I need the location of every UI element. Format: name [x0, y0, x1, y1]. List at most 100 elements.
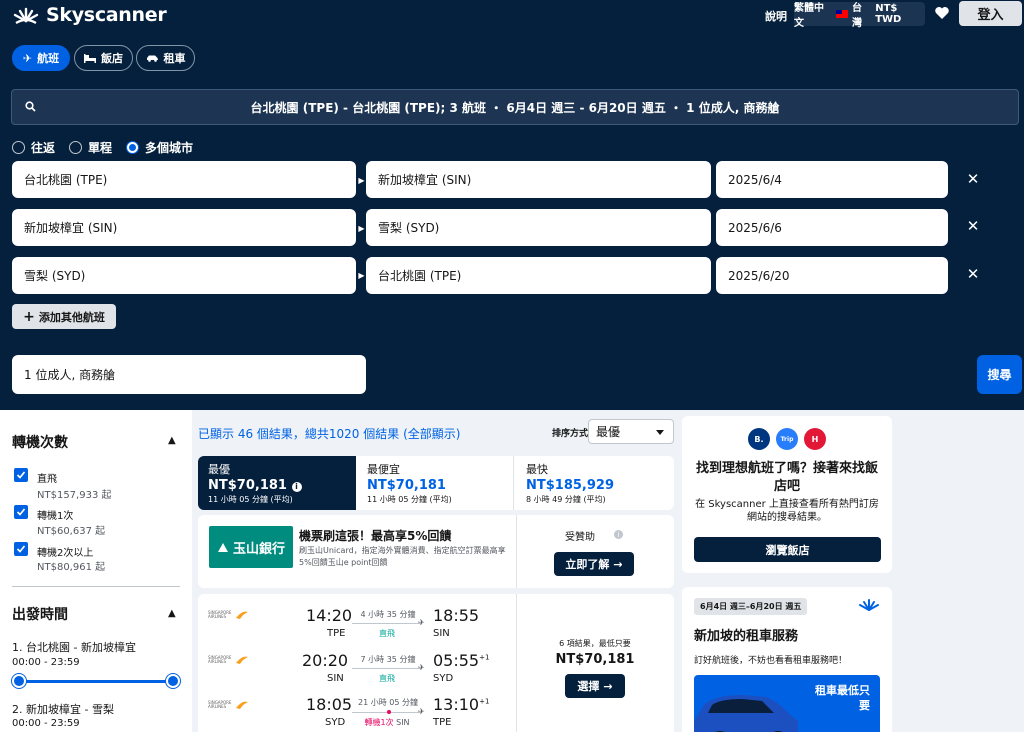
- arrow-right-icon: →: [603, 679, 613, 693]
- plane-icon: ✈: [22, 51, 33, 65]
- radio-button: [69, 141, 83, 154]
- sort-tab-cheapest[interactable]: 最便宜 NT$70,181 11 小時 05 分鐘 (平均): [357, 456, 514, 510]
- sort-tab-detail: 11 小時 05 分鐘 (平均): [208, 495, 293, 504]
- search-button[interactable]: 搜尋: [977, 355, 1022, 394]
- slider-handle-start[interactable]: [12, 674, 26, 688]
- departure-time: 14:20: [306, 606, 353, 625]
- help-link[interactable]: 說明: [765, 8, 787, 24]
- plane-icon: ✈: [418, 663, 425, 672]
- login-button[interactable]: 登入: [959, 1, 1022, 26]
- search-summary-bar[interactable]: 台北桃園 (TPE) - 台北桃園 (TPE); 3 航班 ・ 6月4日 週三 …: [11, 89, 1019, 125]
- checkbox-two-plus-stops[interactable]: [14, 542, 28, 556]
- singapore-airlines-logo: SINGAPORE AIRLINES: [208, 699, 250, 711]
- offers-count: 6 項結果，最低只要: [559, 639, 631, 648]
- sort-tab-price: NT$70,181: [367, 478, 446, 493]
- info-icon[interactable]: i: [614, 530, 623, 539]
- bank-emblem-icon: [217, 543, 228, 552]
- arrow-right-icon: →: [613, 557, 623, 571]
- arrow-right-icon: ▶: [358, 270, 365, 280]
- date-range-chip: 6月4日 週三–6月20日 週五: [694, 598, 808, 615]
- departure-airport: TPE: [327, 628, 346, 639]
- leg-2-date-input[interactable]: 2025/6/6: [716, 209, 948, 246]
- search-summary-text: 台北桃園 (TPE) - 台北桃園 (TPE); 3 航班 ・ 6月4日 週三 …: [250, 100, 780, 115]
- radio-button-selected: [126, 141, 140, 154]
- ad-description: 刷玉山Unicard，指定海外實體消費、指定航空訂票最高享5%回饋玉山e poi…: [299, 546, 506, 567]
- tab-hotels[interactable]: 飯店: [74, 45, 133, 71]
- departure-time: 18:05: [306, 695, 353, 714]
- bird-icon: [236, 701, 248, 709]
- leg-3-origin-input[interactable]: 雪梨 (SYD): [12, 257, 356, 294]
- leg-1-date-input[interactable]: 2025/6/4: [716, 161, 948, 198]
- departure-time: 20:20: [302, 651, 349, 670]
- sort-tab-detail: 8 小時 49 分鐘 (平均): [526, 495, 606, 504]
- depart-route-label: 1. 台北桃園 - 新加坡樟宜: [12, 641, 136, 654]
- plus-icon: +: [23, 308, 35, 325]
- leg-3-destination-input[interactable]: 台北桃園 (TPE): [366, 257, 711, 294]
- taiwan-flag-icon: [836, 10, 848, 18]
- leg-2-destination-input[interactable]: 雪梨 (SYD): [366, 209, 711, 246]
- car-promo-image[interactable]: 租車最低只要: [694, 675, 880, 732]
- radio-button: [12, 141, 25, 154]
- info-icon[interactable]: i: [291, 482, 302, 492]
- hotel-promo-title: 找到理想航班了嗎？接著來找飯店吧: [695, 461, 878, 494]
- travellers-cabin-input[interactable]: 1 位成人, 商務艙: [12, 355, 366, 394]
- bed-icon: [84, 53, 96, 63]
- bird-icon: [236, 656, 248, 664]
- hotel-promo-card: B. Trip H 找到理想航班了嗎？接著來找飯店吧 在 Skyscanner …: [682, 416, 892, 573]
- search-icon: [25, 101, 36, 112]
- car-hire-card: 6月4日 週三–6月20日 週五 新加坡的租車服務 訂好航班後，不妨也看看租車服…: [682, 587, 892, 732]
- remove-leg-3-close-icon[interactable]: ✕: [964, 265, 982, 283]
- select-flight-button[interactable]: 選擇 →: [565, 674, 625, 698]
- depart-route-label: 2. 新加坡樟宜 - 雪梨: [12, 703, 114, 716]
- car-icon: [146, 55, 158, 62]
- sort-tab-best[interactable]: 最優 NT$70,181 i 11 小時 05 分鐘 (平均): [198, 456, 356, 510]
- arrival-airport: SIN: [433, 628, 450, 639]
- leg-1-origin-input[interactable]: 台北桃園 (TPE): [12, 161, 356, 198]
- learn-more-label: 立即了解: [565, 558, 610, 571]
- car-promo-text: 租車最低只要: [815, 684, 870, 712]
- flight-result-card[interactable]: SINGAPORE AIRLINES 14:20 TPE 4 小時 35 分鐘 …: [198, 594, 674, 732]
- tab-label: 租車: [163, 52, 186, 65]
- car-hire-description: 訂好航班後，不妨也看看租車服務吧！: [694, 656, 848, 666]
- add-flight-button[interactable]: + 添加其他航班: [12, 304, 116, 329]
- learn-more-button[interactable]: 立即了解 →: [554, 552, 634, 576]
- divider: [12, 586, 180, 587]
- check-icon: [16, 545, 26, 553]
- sort-tab-title: 最快: [526, 463, 548, 476]
- remove-leg-1-close-icon[interactable]: ✕: [964, 170, 982, 188]
- leg-1-destination-input[interactable]: 新加坡樟宜 (SIN): [366, 161, 711, 198]
- search-panel: Skyscanner 說明 繁體中文 台灣 NT$ TWD 登入 ✈ 航班 飯店…: [0, 0, 1024, 410]
- stop-option-price: NT$60,637 起: [37, 526, 106, 537]
- sort-label: 排序方式: [552, 429, 589, 439]
- leg-2-origin-input[interactable]: 新加坡樟宜 (SIN): [12, 209, 356, 246]
- results-count-text[interactable]: 已顯示 46 個結果，總共1020 個結果 (全部顯示): [198, 425, 460, 442]
- chevron-up-icon[interactable]: ▲: [168, 608, 176, 619]
- route-line: [352, 668, 422, 669]
- check-icon: [16, 471, 26, 479]
- chevron-up-icon[interactable]: ▲: [168, 435, 176, 446]
- leg-3-date-input[interactable]: 2025/6/20: [716, 257, 948, 294]
- flight-price: NT$70,181: [555, 652, 635, 667]
- heart-icon[interactable]: [934, 5, 950, 21]
- remove-leg-2-close-icon[interactable]: ✕: [964, 217, 982, 235]
- slider-handle-end[interactable]: [166, 674, 180, 688]
- car-hire-title: 新加坡的租車服務: [694, 629, 799, 644]
- sort-tabs: 最優 NT$70,181 i 11 小時 05 分鐘 (平均) 最便宜 NT$7…: [198, 456, 674, 510]
- sort-tab-title: 最優: [208, 463, 230, 476]
- sort-select[interactable]: 最優: [588, 419, 674, 444]
- skyscanner-logo[interactable]: Skyscanner: [12, 2, 167, 28]
- add-flight-label: 添加其他航班: [38, 310, 105, 324]
- select-label: 選擇: [577, 680, 600, 693]
- locale-selector[interactable]: 繁體中文 台灣 NT$ TWD: [794, 2, 925, 29]
- tab-car-hire[interactable]: 租車: [136, 45, 195, 71]
- checkbox-direct[interactable]: [14, 468, 28, 482]
- stop-option-price: NT$80,961 起: [37, 562, 106, 573]
- trip-type-oneway[interactable]: 單程: [69, 139, 112, 156]
- trip-type-multicity[interactable]: 多個城市: [126, 139, 193, 156]
- tab-flights[interactable]: ✈ 航班: [12, 45, 70, 71]
- browse-hotels-button[interactable]: 瀏覽飯店: [694, 537, 881, 562]
- sort-tab-fastest[interactable]: 最快 NT$185,929 8 小時 49 分鐘 (平均): [516, 456, 674, 510]
- checkbox-one-stop[interactable]: [14, 505, 28, 519]
- trip-type-return[interactable]: 往返: [12, 139, 55, 156]
- radio-label: 往返: [31, 141, 56, 155]
